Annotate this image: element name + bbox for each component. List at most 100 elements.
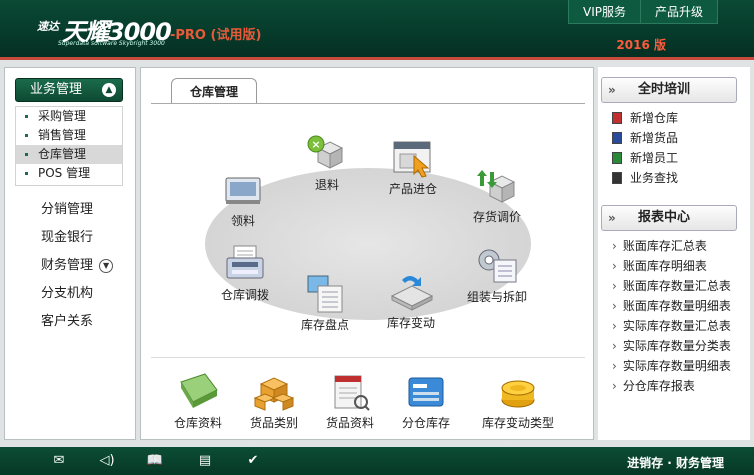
report-link-label: 账面库存明细表 xyxy=(622,259,707,273)
book-icon xyxy=(612,152,622,164)
flow-node-label: 产品进仓 xyxy=(388,182,437,196)
flow-node-price-adjust[interactable]: 存货调价 xyxy=(465,166,529,225)
sidebar-item-label: 财务管理 xyxy=(41,258,94,273)
sidebar-submenu: 采购管理 销售管理 仓库管理 POS 管理 xyxy=(15,106,123,186)
training-item-label: 新增员工 xyxy=(630,151,679,165)
bottom-warehouse-info[interactable]: 仓库资料 xyxy=(167,372,229,431)
chevron-right-icon: › xyxy=(612,319,617,333)
training-item-new-goods[interactable]: 新增货品 xyxy=(612,129,678,146)
report-link[interactable]: › 账面库存汇总表 xyxy=(612,237,707,254)
left-sidebar: 业务管理 ▲ 采购管理 销售管理 仓库管理 POS 管理 分销管理 现金银行 财… xyxy=(4,67,136,440)
section-divider xyxy=(151,357,585,358)
report-link[interactable]: › 账面库存明细表 xyxy=(612,257,707,274)
report-link[interactable]: › 实际库存数量汇总表 xyxy=(612,317,731,334)
sidebar-item-finance[interactable]: 财务管理 ▼ xyxy=(41,254,114,273)
bottom-goods-info[interactable]: 货品资料 xyxy=(319,372,381,431)
flow-node-label: 库存变动 xyxy=(386,316,435,330)
flow-node-inventory-check[interactable]: 库存盘点 xyxy=(293,274,357,333)
report-link[interactable]: › 账面库存数量明细表 xyxy=(612,297,731,314)
logo-small-text: 速达 xyxy=(37,20,59,33)
sidebar-item-pos[interactable]: POS 管理 xyxy=(16,164,122,183)
report-link[interactable]: › 分仓库存报表 xyxy=(612,377,695,394)
chevron-right-icon: › xyxy=(612,259,617,273)
sidebar-item-distribution[interactable]: 分销管理 xyxy=(41,198,93,217)
report-link-label: 分仓库存报表 xyxy=(622,379,695,393)
product-upgrade-button[interactable]: 产品升级 xyxy=(640,0,718,24)
sidebar-item-crm[interactable]: 客户关系 xyxy=(41,310,93,329)
check-circle-icon[interactable]: ✔ xyxy=(244,453,262,469)
bottom-goods-category[interactable]: 货品类别 xyxy=(243,372,305,431)
sidebar-item-branches[interactable]: 分支机构 xyxy=(41,282,93,301)
branch-stock-icon xyxy=(408,377,444,407)
flow-node-label: 组装与拆卸 xyxy=(466,290,527,304)
speaker-icon[interactable]: ◁) xyxy=(98,453,116,469)
report-link[interactable]: › 账面库存数量汇总表 xyxy=(612,277,731,294)
book-icon xyxy=(612,132,622,144)
assembly-icon xyxy=(478,249,517,283)
inventory-check-icon xyxy=(307,275,343,313)
app-header: 速达 天耀3000 Superdata software Skybright 3… xyxy=(0,0,754,60)
sidebar-section-business[interactable]: 业务管理 ▲ xyxy=(15,78,123,102)
training-item-new-warehouse[interactable]: 新增仓库 xyxy=(612,109,678,126)
flow-node-label: 存货调价 xyxy=(472,210,521,224)
vip-service-button[interactable]: VIP服务 xyxy=(567,0,641,24)
flow-node-label: 领料 xyxy=(230,214,255,228)
report-link-label: 账面库存数量明细表 xyxy=(622,299,731,313)
bottom-branch-stock[interactable]: 分仓库存 xyxy=(395,372,457,431)
mail-icon[interactable]: ✉ xyxy=(50,453,68,469)
document-icon[interactable]: ▤ xyxy=(196,453,214,469)
training-header[interactable]: » 全时培训 xyxy=(601,77,737,103)
sidebar-item-sales[interactable]: 销售管理 xyxy=(16,126,122,145)
bottom-item-label: 库存变动类型 xyxy=(481,416,554,430)
version-year: 2016 版 xyxy=(616,38,666,52)
report-link[interactable]: › 实际库存数量明细表 xyxy=(612,357,731,374)
report-link-label: 实际库存数量汇总表 xyxy=(622,319,731,333)
report-link-label: 账面库存汇总表 xyxy=(622,239,707,253)
flow-node-assembly[interactable]: 组装与拆卸 xyxy=(459,246,535,305)
bottom-item-label: 货品资料 xyxy=(325,416,374,430)
flow-node-label: 库存盘点 xyxy=(300,318,349,332)
sidebar-item-warehouse[interactable]: 仓库管理 xyxy=(16,145,122,164)
main-panel: 仓库管理 × 退料 产品进仓 领料 存货调价 仓库调拨 组装与拆卸 库存盘点 库… xyxy=(140,67,594,440)
report-link[interactable]: › 实际库存数量分类表 xyxy=(612,337,731,354)
report-link-label: 实际库存数量分类表 xyxy=(622,339,731,353)
svg-text:×: × xyxy=(311,138,320,151)
training-title: 全时培训 xyxy=(638,82,691,97)
warehouse-transfer-icon xyxy=(226,245,264,279)
flow-node-stock-change[interactable]: 库存变动 xyxy=(379,272,443,331)
right-panel: » 全时培训 新增仓库 新增货品 新增员工 业务查找 » 报表中心 › 账面库存汇… xyxy=(598,67,750,440)
flow-node-label: 仓库调拨 xyxy=(220,288,269,302)
flow-node-requisition[interactable]: 领料 xyxy=(215,170,271,229)
flow-node-transfer[interactable]: 仓库调拨 xyxy=(213,244,277,303)
double-chevron-icon: » xyxy=(608,83,616,97)
stock-change-type-icon xyxy=(501,380,535,408)
report-header[interactable]: » 报表中心 xyxy=(601,205,737,231)
training-item-label: 新增货品 xyxy=(630,131,679,145)
goods-info-icon xyxy=(334,375,370,411)
bottom-stock-change-type[interactable]: 库存变动类型 xyxy=(473,372,563,431)
tab-warehouse[interactable]: 仓库管理 xyxy=(171,78,257,104)
sidebar-section-label: 业务管理 xyxy=(30,82,83,97)
chevron-down-icon[interactable]: ▼ xyxy=(99,258,114,273)
book-icon xyxy=(612,172,622,184)
chevron-right-icon: › xyxy=(612,359,617,373)
training-item-label: 新增仓库 xyxy=(630,111,679,125)
flow-node-label: 退料 xyxy=(314,178,339,192)
chevron-right-icon: › xyxy=(612,339,617,353)
training-item-new-staff[interactable]: 新增员工 xyxy=(612,149,678,166)
sidebar-item-cash-bank[interactable]: 现金银行 xyxy=(41,226,93,245)
chevron-up-icon[interactable]: ▲ xyxy=(102,83,116,97)
sidebar-item-purchase[interactable]: 采购管理 xyxy=(16,107,122,126)
book-icon[interactable]: 📖 xyxy=(146,453,164,469)
report-link-label: 账面库存数量汇总表 xyxy=(622,279,731,293)
flow-node-return[interactable]: × 退料 xyxy=(299,134,355,193)
app-footer: ✉ ◁) 📖 ▤ ✔ 进销存 · 财务管理 xyxy=(0,447,754,475)
header-buttons: VIP服务 产品升级 xyxy=(567,0,718,24)
goods-category-icon xyxy=(253,377,295,411)
chevron-right-icon: › xyxy=(612,279,617,293)
footer-product-text: 进销存 · 财务管理 xyxy=(627,456,724,470)
double-chevron-icon: » xyxy=(608,211,616,225)
flow-node-product-inbound[interactable]: 产品进仓 xyxy=(381,138,445,197)
training-item-search[interactable]: 业务查找 xyxy=(612,169,678,186)
book-icon xyxy=(612,112,622,124)
